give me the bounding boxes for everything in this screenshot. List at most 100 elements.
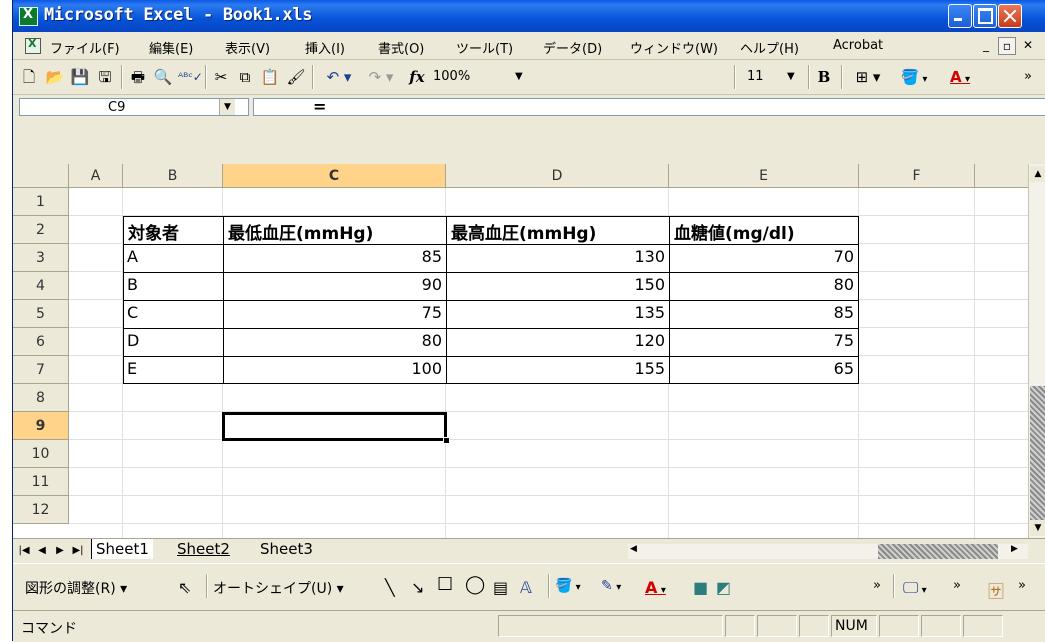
title-bar[interactable]: Microsoft Excel - Book1.xls <box>13 0 1045 32</box>
permission-icon[interactable]: 🖫 <box>95 66 115 88</box>
font-size-dropdown-icon[interactable]: ▼ <box>787 66 795 87</box>
table-cell[interactable]: 135 <box>447 303 665 322</box>
row-header[interactable]: 9 <box>13 412 69 440</box>
menu-tools[interactable]: ツール(T) <box>456 38 513 57</box>
row-header[interactable]: 12 <box>13 496 69 524</box>
draw-fill-color-icon[interactable]: 🪣 ▾ <box>555 578 581 594</box>
font-size-combo[interactable]: 11 ▼ <box>743 66 805 87</box>
table-cell[interactable]: 85 <box>670 303 854 322</box>
zoom-combo[interactable]: 100% ▼ <box>433 66 533 87</box>
excel-app-icon[interactable] <box>19 7 38 26</box>
doc-minimize-icon[interactable]: _ <box>978 37 994 53</box>
copy-icon[interactable]: ⧉ <box>235 66 255 88</box>
prev-sheet-icon[interactable]: ◀ <box>35 544 49 558</box>
paste-icon[interactable]: 📋 <box>260 66 280 88</box>
save-icon[interactable]: 💾 <box>70 66 90 88</box>
close-button[interactable] <box>998 4 1022 28</box>
new-icon[interactable]: 🗋 <box>19 66 39 88</box>
table-cell[interactable]: 75 <box>670 331 854 350</box>
minimize-button[interactable] <box>948 4 972 28</box>
row-header[interactable]: 3 <box>13 244 69 272</box>
doc-restore-icon[interactable]: ▫ <box>998 37 1016 55</box>
shadow-icon[interactable]: ■ <box>693 578 708 597</box>
menu-data[interactable]: データ(D) <box>543 38 602 57</box>
column-header[interactable]: F <box>859 164 975 188</box>
menu-edit[interactable]: 編集(E) <box>149 38 193 57</box>
column-header[interactable]: A <box>69 164 123 188</box>
draw-menu-button[interactable]: 図形の調整(R) ▾ <box>25 578 127 598</box>
column-header[interactable] <box>975 164 1028 188</box>
font-color-icon[interactable]: A ▾ <box>939 66 981 88</box>
redo-icon[interactable]: ↷ ▾ <box>363 66 399 88</box>
table-cell[interactable]: 80 <box>224 331 442 350</box>
column-header[interactable]: E <box>669 164 859 188</box>
table-cell[interactable]: 70 <box>670 247 854 266</box>
toolbar-more-icon[interactable]: » <box>953 578 961 593</box>
last-sheet-icon[interactable]: ▶| <box>71 544 85 558</box>
name-box[interactable]: C9 <box>19 98 249 116</box>
doc-close-icon[interactable]: ✕ <box>1020 37 1036 53</box>
table-header[interactable]: 対象者 <box>128 219 179 244</box>
row-header[interactable]: 10 <box>13 440 69 468</box>
autoshape-menu-button[interactable]: オートシェイプ(U) ▾ <box>213 578 344 598</box>
menu-insert[interactable]: 挿入(I) <box>305 38 345 57</box>
table-header[interactable]: 血糖値(mg/dl) <box>674 219 795 244</box>
toolbar-options-icon[interactable]: » <box>1018 66 1038 88</box>
table-cell[interactable]: B <box>127 275 138 294</box>
table-cell[interactable]: 80 <box>670 275 854 294</box>
menu-acrobat[interactable]: Acrobat <box>833 38 883 53</box>
column-header[interactable]: C <box>223 164 446 188</box>
zoom-dropdown-icon[interactable]: ▼ <box>515 66 523 87</box>
print-preview-icon[interactable]: 🔍 <box>153 66 173 88</box>
select-objects-icon[interactable]: ⇖ <box>178 578 191 597</box>
vertical-scroll-thumb[interactable] <box>1030 386 1045 520</box>
row-header[interactable]: 6 <box>13 328 69 356</box>
oval-icon[interactable]: ◯ <box>465 574 485 595</box>
table-cell[interactable]: A <box>127 247 138 266</box>
table-cell[interactable]: 155 <box>447 359 665 378</box>
row-header[interactable]: 2 <box>13 216 69 244</box>
wordart-icon[interactable]: 𝔸 <box>520 578 532 597</box>
worksheet-grid[interactable]: A B C D E F 1 2 3 4 5 6 7 8 9 10 11 12 対… <box>13 164 1028 538</box>
row-header[interactable]: 11 <box>13 468 69 496</box>
name-box-dropdown-icon[interactable]: ▼ <box>219 99 235 115</box>
sheet-tab-2[interactable]: Sheet2 <box>173 539 234 559</box>
table-cell[interactable]: 90 <box>224 275 442 294</box>
table-cell[interactable]: 100 <box>224 359 442 378</box>
column-header[interactable]: B <box>123 164 223 188</box>
rectangle-icon[interactable]: ☐ <box>437 574 453 595</box>
table-cell[interactable]: C <box>127 303 138 322</box>
table-cell[interactable]: 65 <box>670 359 854 378</box>
table-cell[interactable]: 120 <box>447 331 665 350</box>
table-cell[interactable]: E <box>127 359 137 378</box>
horizontal-scroll-thumb[interactable] <box>878 544 998 559</box>
table-cell[interactable]: 75 <box>224 303 442 322</box>
table-header[interactable]: 最低血圧(mmHg) <box>228 219 373 244</box>
row-header[interactable]: 1 <box>13 188 69 216</box>
textbox-icon[interactable]: ▤ <box>493 578 508 597</box>
menu-file[interactable]: ファイル(F) <box>50 38 120 57</box>
toolbar-more-icon-2[interactable]: » <box>1018 578 1026 593</box>
table-header[interactable]: 最高血圧(mmHg) <box>451 219 596 244</box>
table-cell[interactable]: 150 <box>447 275 665 294</box>
display-icon[interactable]: 🖵 ▾ <box>903 578 927 598</box>
workbook-icon[interactable] <box>25 37 41 54</box>
cut-icon[interactable]: ✂ <box>211 66 231 88</box>
insert-function-icon[interactable]: fx <box>406 66 428 88</box>
menu-help[interactable]: ヘルプ(H) <box>740 38 799 57</box>
open-icon[interactable]: 📂 <box>45 66 65 88</box>
scroll-left-icon[interactable]: ◀ <box>630 544 637 554</box>
vertical-scrollbar[interactable]: ▲ ▼ <box>1028 164 1045 538</box>
spelling-icon[interactable]: ᴬᴮᶜ✓ <box>178 66 203 88</box>
scroll-up-icon[interactable]: ▲ <box>1030 166 1045 182</box>
fill-color-icon[interactable]: 🪣 ▾ <box>893 66 935 88</box>
menu-window[interactable]: ウィンドウ(W) <box>630 38 718 57</box>
row-header[interactable]: 5 <box>13 300 69 328</box>
column-header[interactable]: D <box>446 164 669 188</box>
select-all-corner[interactable] <box>13 164 69 188</box>
sheet-tab-3[interactable]: Sheet3 <box>256 539 317 559</box>
first-sheet-icon[interactable]: |◀ <box>17 544 31 558</box>
scroll-right-icon[interactable]: ▶ <box>1011 544 1018 554</box>
drawing-options-icon[interactable]: » <box>873 578 881 593</box>
row-header[interactable]: 4 <box>13 272 69 300</box>
